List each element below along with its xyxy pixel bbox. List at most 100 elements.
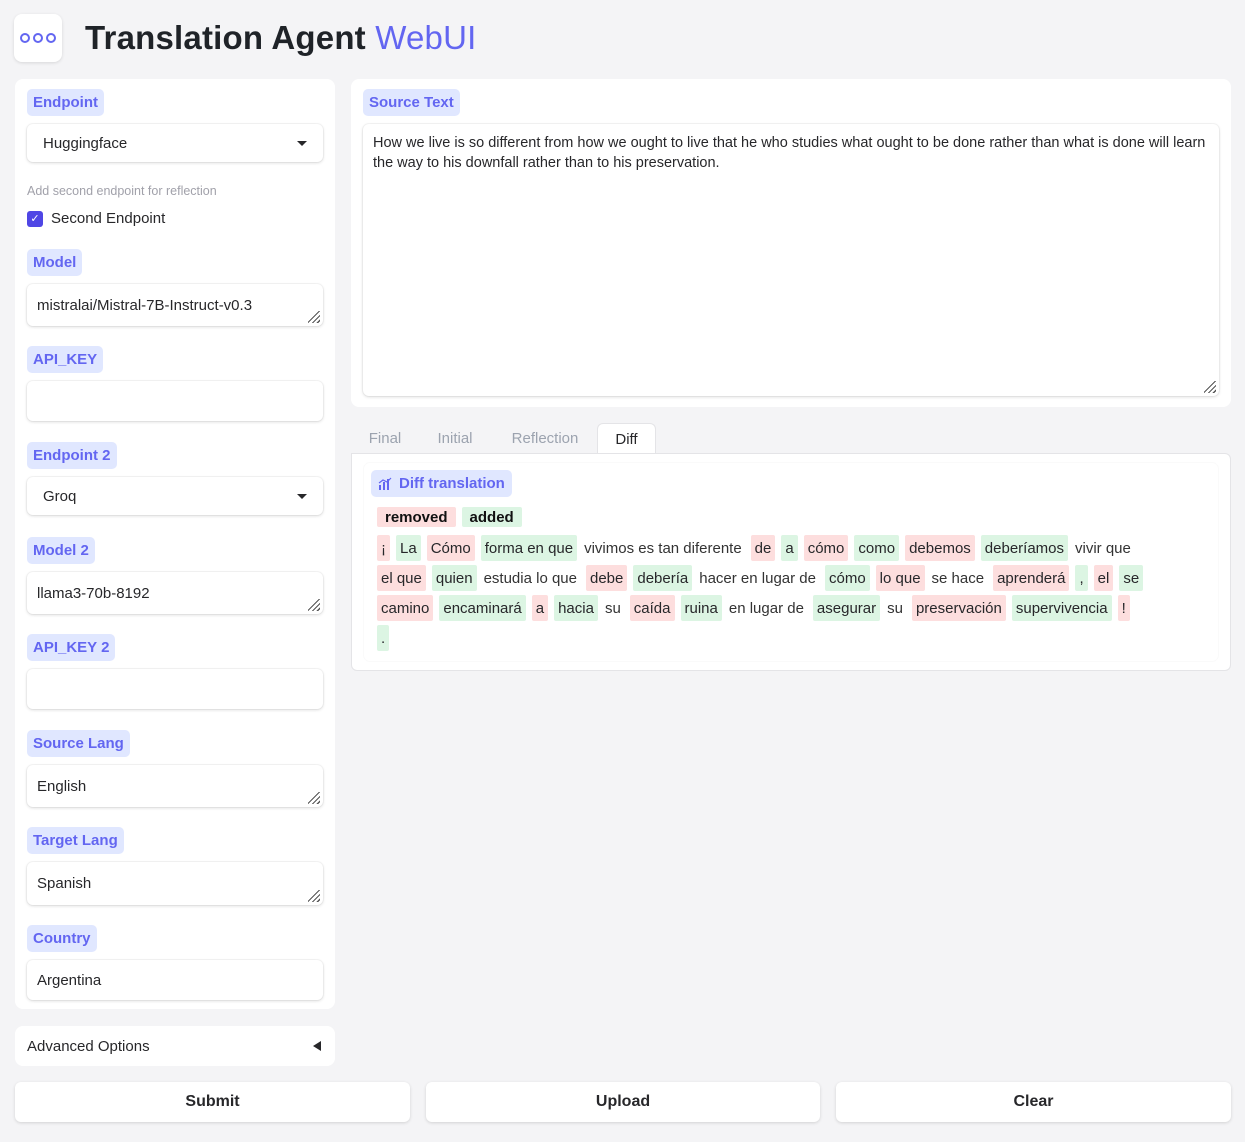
diff-translation-label: Diff translation <box>371 470 512 497</box>
country-value: Argentina <box>37 971 102 989</box>
diff-token-added: deberíamos <box>980 535 1069 561</box>
diff-token-added: , <box>1075 565 1088 591</box>
diff-translation-text: Diff translation <box>399 475 505 492</box>
source-lang-value: English <box>37 777 87 795</box>
diff-token-removed: preservación <box>911 595 1006 621</box>
legend-added: added <box>461 507 522 527</box>
diff-token-added: a <box>781 535 798 561</box>
diff-token-added: se <box>1119 565 1144 591</box>
endpoint-dropdown[interactable]: Huggingface <box>27 124 323 162</box>
diff-chart-icon <box>378 477 392 490</box>
diff-token-removed: ! <box>1117 595 1130 621</box>
source-text-value: How we live is so different from how we … <box>373 135 1206 171</box>
chevron-down-icon <box>297 493 307 499</box>
diff-token-removed: debe <box>585 565 628 591</box>
diff-token-added: supervivencia <box>1011 595 1112 621</box>
resize-handle-icon[interactable] <box>308 792 320 804</box>
endpoint2-label: Endpoint 2 <box>27 442 117 469</box>
diff-token-added: asegurar <box>812 595 881 621</box>
clear-button[interactable]: Clear <box>836 1082 1231 1122</box>
tab-final[interactable]: Final <box>357 423 413 453</box>
second-endpoint-label: Second Endpoint <box>51 210 166 227</box>
submit-button[interactable]: Submit <box>15 1082 410 1122</box>
endpoint-value: Huggingface <box>43 134 128 152</box>
advanced-options-accordion[interactable]: Advanced Options <box>15 1026 335 1066</box>
tab-reflection[interactable]: Reflection <box>501 423 589 453</box>
diff-line: ¡ La Cómo forma en que vivimos es tan difere… <box>377 535 1207 561</box>
diff-token-removed: ¡ <box>377 535 390 561</box>
app-header: Translation Agent WebUI <box>14 14 477 62</box>
advanced-options-label: Advanced Options <box>27 1037 150 1055</box>
diff-token-removed: debemos <box>905 535 975 561</box>
diff-token-unchanged: vivir que <box>1075 539 1131 557</box>
diff-tokens: ¡ La Cómo forma en que vivimos es tan difere… <box>377 535 1207 655</box>
api-key2-label: API_KEY 2 <box>27 634 116 661</box>
tab-diff[interactable]: Diff <box>597 423 656 454</box>
diff-token-removed: caída <box>629 595 675 621</box>
tab-initial[interactable]: Initial <box>427 423 483 453</box>
diff-token-added: como <box>854 535 900 561</box>
diff-token-added: cómo <box>824 565 870 591</box>
api-key2-input[interactable] <box>27 669 323 709</box>
diff-token-added: encaminará <box>439 595 526 621</box>
legend-removed: removed <box>377 507 456 527</box>
diff-token-removed: el que <box>377 565 426 591</box>
resize-handle-icon[interactable] <box>1204 381 1216 393</box>
country-label: Country <box>27 925 97 952</box>
diff-token-unchanged: su <box>604 599 621 617</box>
api-key-label: API_KEY <box>27 346 104 373</box>
settings-panel: Endpoint Huggingface Add second endpoint… <box>15 79 335 1009</box>
diff-line: camino encaminará a hacia su caída ruina en lug… <box>377 595 1207 621</box>
diff-token-removed: cómo <box>803 535 849 561</box>
diff-legend: removed added <box>377 507 522 527</box>
diff-panel: Diff translation removed added ¡ La Cómo fo… <box>351 453 1231 671</box>
target-lang-input[interactable]: Spanish <box>27 862 323 905</box>
diff-token-removed: a <box>531 595 549 621</box>
diff-token-added: quien <box>431 565 477 591</box>
target-lang-value: Spanish <box>37 875 92 892</box>
diff-token-added: . <box>377 625 390 651</box>
resize-handle-icon[interactable] <box>308 599 320 611</box>
diff-token-unchanged: hacer en lugar de <box>699 569 816 587</box>
diff-token-added: ruina <box>680 595 722 621</box>
endpoint2-dropdown[interactable]: Groq <box>27 477 323 515</box>
app-title-accent: WebUI <box>375 19 477 56</box>
api-key-input[interactable] <box>27 381 323 421</box>
model-label: Model <box>27 249 83 276</box>
model-input[interactable]: mistralai/Mistral-7B-Instruct-v0.3 <box>27 284 323 326</box>
source-lang-label: Source Lang <box>27 730 130 757</box>
diff-token-unchanged: su <box>887 599 903 617</box>
endpoint-label: Endpoint <box>27 89 104 116</box>
source-text-input[interactable]: How we live is so different from how we … <box>363 124 1219 396</box>
diff-line: . <box>377 625 1207 651</box>
diff-token-removed: lo que <box>875 565 925 591</box>
diff-token-added: forma en que <box>480 535 578 561</box>
diff-token-removed: el <box>1093 565 1114 591</box>
diff-token-added: La <box>396 535 421 561</box>
diff-token-unchanged: en lugar de <box>728 599 804 617</box>
diff-token-removed: aprenderá <box>993 565 1070 591</box>
model2-input[interactable]: llama3-70b-8192 <box>27 572 323 614</box>
diff-token-removed: camino <box>377 595 434 621</box>
app-title-main: Translation Agent <box>85 19 366 56</box>
second-endpoint-checkbox[interactable]: ✓ <box>27 210 43 227</box>
app-title: Translation Agent WebUI <box>85 19 477 57</box>
second-endpoint-row[interactable]: ✓ Second Endpoint <box>27 210 165 227</box>
country-input[interactable]: Argentina <box>27 960 323 1000</box>
diff-token-removed: de <box>750 535 776 561</box>
model2-value: llama3-70b-8192 <box>37 584 150 602</box>
diff-token-added: hacia <box>554 595 598 621</box>
diff-token-unchanged: se hace <box>931 569 985 587</box>
diff-output: Diff translation removed added ¡ La Cómo fo… <box>364 463 1218 661</box>
app-logo-icon <box>14 14 62 62</box>
diff-token-unchanged: vivimos es tan diferente <box>584 539 742 557</box>
upload-button[interactable]: Upload <box>426 1082 820 1122</box>
resize-handle-icon[interactable] <box>308 311 320 323</box>
diff-line: el que quien estudia lo que debe debería hace… <box>377 565 1207 591</box>
result-tabs: Final Initial Reflection Diff <box>351 423 1231 454</box>
diff-token-removed: Cómo <box>426 535 475 561</box>
resize-handle-icon[interactable] <box>308 890 320 902</box>
model2-label: Model 2 <box>27 537 95 564</box>
source-text-label: Source Text <box>363 89 460 116</box>
source-lang-input[interactable]: English <box>27 765 323 807</box>
